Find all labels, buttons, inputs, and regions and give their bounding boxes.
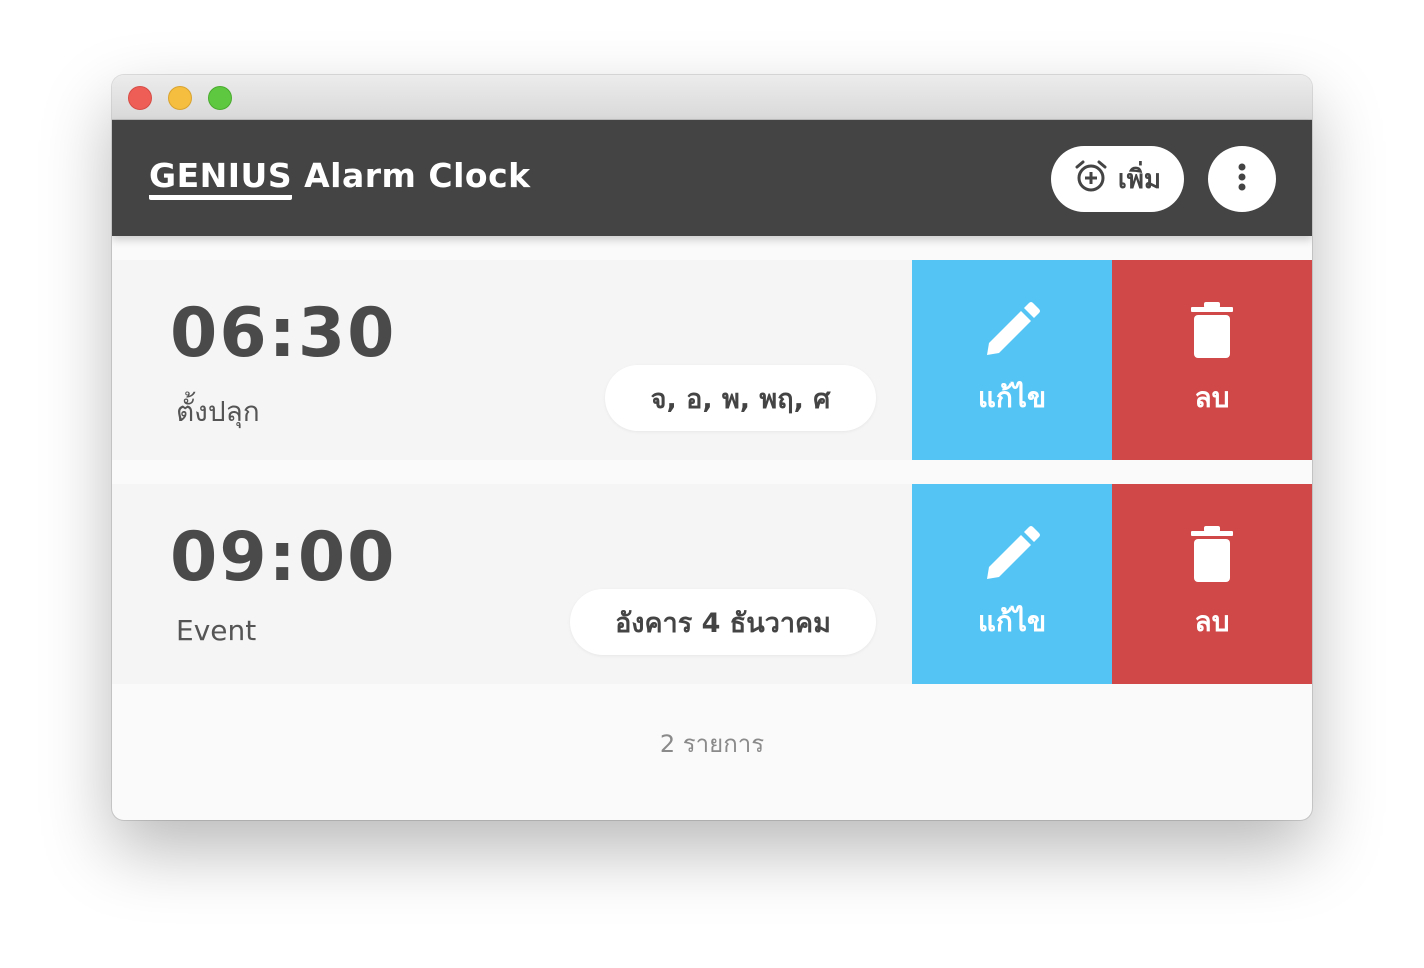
add-alarm-label: เพิ่ม [1117, 164, 1162, 195]
app-header: GENIUS Alarm Clock เพิ่ม [112, 120, 1312, 236]
minimize-window-button[interactable] [168, 86, 192, 110]
delete-label: ลบ [1194, 604, 1230, 638]
alarm-label: Event [176, 614, 257, 647]
alarm-row[interactable]: 06:30 ตั้งปลุก จ, อ, พ, พฤ, ศ แก้ไข ลบ [112, 260, 1312, 460]
close-window-button[interactable] [128, 86, 152, 110]
trash-icon [1190, 525, 1234, 600]
alarm-schedule-chip: อังคาร 4 ธันวาคม [570, 589, 876, 655]
alarm-label: ตั้งปลุก [176, 395, 260, 428]
alarm-count: 2 รายการ [659, 730, 765, 758]
app-window: GENIUS Alarm Clock เพิ่ม 06:30 ตั้งปลุก … [112, 75, 1312, 820]
pencil-icon [983, 525, 1041, 600]
alarm-add-icon [1074, 159, 1108, 200]
pencil-icon [983, 301, 1041, 376]
edit-label: แก้ไข [977, 604, 1047, 638]
alarm-row[interactable]: 09:00 Event อังคาร 4 ธันวาคม แก้ไข ลบ [112, 484, 1312, 684]
trash-icon [1190, 301, 1234, 376]
more-menu-button[interactable] [1208, 146, 1276, 212]
more-vert-icon [1237, 162, 1247, 196]
window-titlebar [112, 75, 1312, 120]
delete-alarm-button[interactable]: ลบ [1112, 260, 1312, 460]
alarm-schedule-chip: จ, อ, พ, พฤ, ศ [605, 365, 876, 431]
edit-alarm-button[interactable]: แก้ไข [912, 260, 1112, 460]
edit-alarm-button[interactable]: แก้ไข [912, 484, 1112, 684]
alarm-time: 06:30 [170, 294, 397, 373]
zoom-window-button[interactable] [208, 86, 232, 110]
alarm-time: 09:00 [170, 518, 397, 597]
brand-genius: GENIUS [149, 157, 293, 201]
edit-label: แก้ไข [977, 380, 1047, 414]
brand-name: Alarm Clock [304, 156, 531, 195]
add-alarm-button[interactable]: เพิ่ม [1051, 146, 1184, 212]
delete-alarm-button[interactable]: ลบ [1112, 484, 1312, 684]
app-title: GENIUS Alarm Clock [149, 156, 531, 201]
delete-label: ลบ [1194, 380, 1230, 414]
